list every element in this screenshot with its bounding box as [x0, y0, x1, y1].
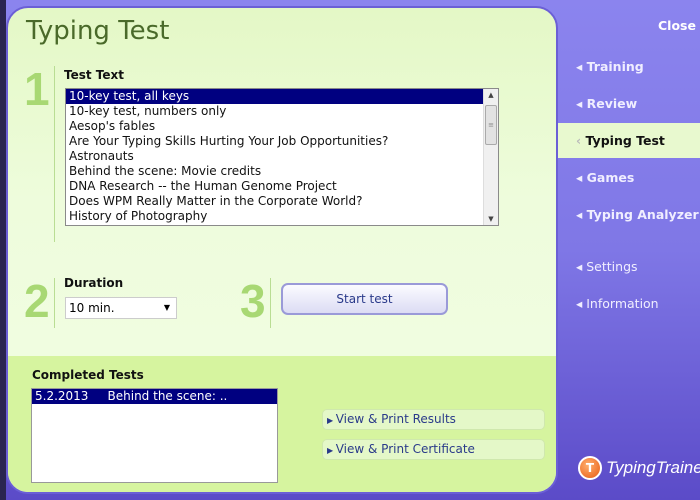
chevron-left-icon: ◂ — [576, 59, 587, 74]
nav-games[interactable]: ◂ Games — [576, 170, 634, 185]
nav-information[interactable]: ◂ Information — [576, 296, 659, 311]
play-icon: ▶ — [327, 446, 336, 455]
step-number-2: 2 — [24, 275, 50, 327]
list-item[interactable]: Behind the scene: Movie credits — [66, 164, 483, 179]
nav-typing-analyzer[interactable]: ◂ Typing Analyzer — [576, 207, 699, 222]
chevron-left-icon: ◂ — [576, 170, 587, 185]
list-item[interactable]: Astronauts — [66, 149, 483, 164]
play-icon: ▶ — [327, 416, 336, 425]
duration-label: Duration — [64, 276, 124, 290]
chevron-left-icon: ◂ — [576, 207, 587, 222]
list-item[interactable]: 10-key test, all keys — [66, 89, 483, 104]
scrollbar[interactable]: ▲ ≡ ▼ — [483, 89, 498, 225]
divider — [270, 278, 271, 328]
completed-tests-listbox[interactable]: 5.2.2013 Behind the scene: .. — [31, 388, 278, 483]
list-item[interactable]: Does WPM Really Matter in the Corporate … — [66, 194, 483, 209]
logo-text: TypingTrainer — [606, 458, 700, 477]
test-text-listbox[interactable]: 10-key test, all keys 10-key test, numbe… — [65, 88, 499, 226]
duration-value: 10 min. — [69, 301, 115, 315]
scroll-down-icon[interactable]: ▼ — [484, 215, 498, 223]
page-title: Typing Test — [26, 16, 170, 46]
completed-tests-label: Completed Tests — [32, 368, 144, 382]
logo-icon: T — [578, 456, 602, 480]
nav-typing-test[interactable]: ‹ Typing Test — [576, 133, 665, 148]
chevron-left-icon: ◂ — [576, 296, 587, 311]
duration-select[interactable]: 10 min. ▼ — [65, 297, 177, 319]
completed-test-row[interactable]: 5.2.2013 Behind the scene: .. — [32, 389, 277, 404]
test-text-label: Test Text — [64, 68, 124, 82]
chevron-left-icon: ‹ — [576, 133, 586, 148]
list-item[interactable]: Aesop's fables — [66, 119, 483, 134]
close-button[interactable]: Close — [658, 18, 696, 33]
nav-settings[interactable]: ◂ Settings — [576, 259, 638, 274]
view-print-certificate-button[interactable]: ▶ View & Print Certificate — [322, 439, 545, 460]
main-panel: Typing Test 1 Test Text 10-key test, all… — [6, 6, 558, 494]
scroll-up-icon[interactable]: ▲ — [484, 91, 498, 99]
chevron-left-icon: ◂ — [576, 96, 587, 111]
view-print-results-button[interactable]: ▶ View & Print Results — [322, 409, 545, 430]
nav-review[interactable]: ◂ Review — [576, 96, 637, 111]
scroll-thumb[interactable]: ≡ — [485, 105, 497, 145]
chevron-left-icon: ◂ — [576, 259, 587, 274]
list-item[interactable]: History of Photography — [66, 209, 483, 224]
step-number-1: 1 — [24, 63, 50, 115]
divider — [54, 66, 55, 242]
list-item[interactable]: DNA Research -- the Human Genome Project — [66, 179, 483, 194]
list-item[interactable]: Are Your Typing Skills Hurting Your Job … — [66, 134, 483, 149]
logo: T TypingTrainer — [578, 456, 700, 480]
start-test-button[interactable]: Start test — [281, 283, 448, 315]
divider — [54, 278, 55, 328]
nav-training[interactable]: ◂ Training — [576, 59, 644, 74]
list-item[interactable]: 10-key test, numbers only — [66, 104, 483, 119]
step-number-3: 3 — [240, 275, 266, 327]
chevron-down-icon: ▼ — [163, 303, 170, 312]
